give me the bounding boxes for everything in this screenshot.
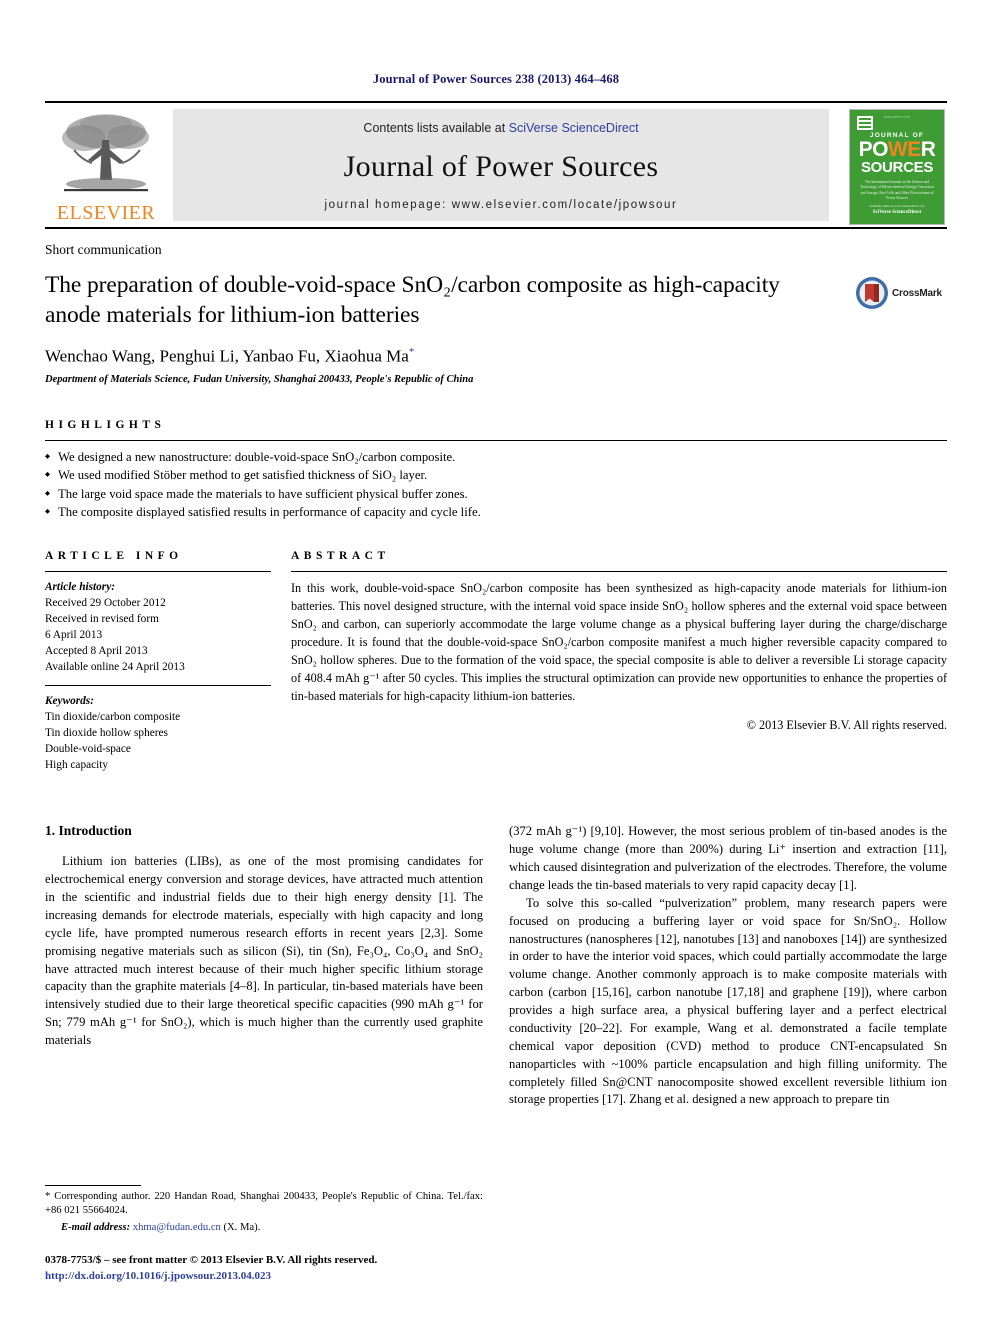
- body-column-right: (372 mAh g⁻¹) [9,10]. However, the most …: [509, 823, 947, 1109]
- body-columns: 1. Introduction Lithium ion batteries (L…: [45, 823, 947, 1109]
- email-suffix: (X. Ma).: [220, 1222, 261, 1234]
- history-line: Accepted 8 April 2013: [45, 645, 148, 658]
- keyword-item: Double-void-space: [45, 743, 131, 756]
- masthead-bottom-rule: [45, 227, 947, 229]
- crossmark-badge[interactable]: CrossMark: [855, 274, 947, 312]
- cover-sources-word: SOURCES: [860, 159, 934, 176]
- keyword-item: Tin dioxide/carbon composite: [45, 711, 181, 724]
- cover-issn: ISSN 0378-7753: [884, 115, 910, 119]
- abstract-rule: [291, 570, 947, 572]
- article-info-heading: ARTICLE INFO: [45, 549, 183, 562]
- article-info-rule: [45, 570, 271, 572]
- abstract-section: ABSTRACT In this work, double-void-space…: [291, 550, 947, 773]
- list-item: We designed a new nanostructure: double-…: [45, 448, 947, 467]
- cover-power-word: POWER: [858, 138, 936, 161]
- page-title: The preparation of double-void-space SnO…: [45, 272, 780, 329]
- contents-prefix: Contents lists available at: [363, 121, 509, 135]
- email-link[interactable]: xhma@fudan.edu.cn: [133, 1222, 221, 1233]
- elsevier-tree-icon: [62, 114, 149, 192]
- cover-art: ISSN 0378-7753 JOURNAL OF POWER SOURCES …: [849, 109, 945, 225]
- title-block: The preparation of double-void-space SnO…: [45, 270, 947, 385]
- paragraph: To solve this so-called “pulverization” …: [509, 895, 947, 1107]
- highlights-section: HIGHLIGHTS We designed a new nanostructu…: [45, 419, 947, 522]
- elsevier-logo: ELSEVIER: [45, 103, 167, 227]
- crossmark-label: CrossMark: [892, 287, 942, 299]
- corresponding-author-marker: *: [408, 346, 415, 359]
- cover-subtitle: The International Journal on the Science…: [860, 180, 934, 201]
- paragraph: Lithium ion batteries (LIBs), as one of …: [45, 854, 483, 1048]
- title-column: The preparation of double-void-space SnO…: [45, 270, 855, 385]
- history-line: Available online 24 April 2013: [45, 661, 185, 674]
- abstract-text: In this work, double-void-space SnO₂/car…: [291, 580, 947, 703]
- info-abstract-block: ARTICLE INFO Article history: Received 2…: [45, 550, 947, 773]
- email-label: E-mail address:: [61, 1222, 131, 1234]
- abstract-copyright: © 2013 Elsevier B.V. All rights reserved…: [746, 717, 947, 732]
- history-line: 6 April 2013: [45, 629, 103, 642]
- email-note: E-mail address: xhma@fudan.edu.cn (X. Ma…: [45, 1221, 483, 1236]
- paper-page: Journal of Power Sources 238 (2013) 464–…: [0, 0, 992, 1323]
- section-heading-introduction: 1. Introduction: [45, 823, 132, 839]
- keywords-block: Keywords: Tin dioxide/carbon composite T…: [45, 693, 271, 773]
- list-item: We used modified Stöber method to get sa…: [45, 466, 947, 485]
- contents-available-line: Contents lists available at SciVerse Sci…: [363, 121, 638, 135]
- history-line: Received 29 October 2012: [45, 596, 166, 609]
- masthead-center: Contents lists available at SciVerse Sci…: [173, 109, 829, 221]
- footnote-rule: [45, 1184, 141, 1186]
- elsevier-wordmark: ELSEVIER: [56, 202, 156, 224]
- history-line: Received in revised form: [45, 613, 159, 625]
- footnote-area: * Corresponding author. 220 Handan Road,…: [45, 1184, 483, 1285]
- keyword-item: High capacity: [45, 759, 109, 772]
- cover-brand: SciVerse ScienceDirect: [872, 210, 922, 215]
- abstract-heading: ABSTRACT: [291, 549, 390, 562]
- article-history-label: Article history:: [45, 580, 115, 593]
- highlights-heading: HIGHLIGHTS: [45, 418, 166, 431]
- author-list: Wenchao Wang, Penghui Li, Yanbao Fu, Xia…: [45, 346, 841, 367]
- affiliation: Department of Materials Science, Fudan U…: [45, 373, 474, 385]
- front-matter-line: 0378-7753/$ – see front matter © 2013 El…: [45, 1254, 378, 1267]
- cover-publisher-mark-icon: [857, 116, 873, 130]
- front-matter-block: 0378-7753/$ – see front matter © 2013 El…: [45, 1253, 483, 1285]
- article-type: Short communication: [45, 242, 162, 257]
- doi-link[interactable]: http://dx.doi.org/10.1016/j.jpowsour.201…: [45, 1269, 483, 1285]
- journal-homepage-link[interactable]: journal homepage: www.elsevier.com/locat…: [325, 199, 678, 211]
- article-history: Article history: Received 29 October 201…: [45, 579, 271, 675]
- journal-cover-thumbnail: ISSN 0378-7753 JOURNAL OF POWER SOURCES …: [841, 107, 947, 225]
- body-column-left: 1. Introduction Lithium ion batteries (L…: [45, 823, 483, 1109]
- corresponding-author-note: * Corresponding author. 220 Handan Road,…: [45, 1190, 483, 1217]
- author-names: Wenchao Wang, Penghui Li, Yanbao Fu, Xia…: [45, 346, 409, 366]
- list-item: The composite displayed satisfied result…: [45, 503, 947, 522]
- list-item: The large void space made the materials …: [45, 485, 947, 504]
- highlights-list: We designed a new nanostructure: double-…: [45, 448, 947, 522]
- keywords-rule: [45, 685, 271, 687]
- cover-availability: Available online at www.sciencedirect.co…: [869, 204, 925, 208]
- journal-masthead: ELSEVIER Contents lists available at Sci…: [45, 103, 947, 227]
- paragraph: (372 mAh g⁻¹) [9,10]. However, the most …: [509, 824, 947, 892]
- keyword-item: Tin dioxide hollow spheres: [45, 727, 168, 740]
- journal-title: Journal of Power Sources: [343, 150, 659, 183]
- article-info-section: ARTICLE INFO Article history: Received 2…: [45, 550, 291, 773]
- highlights-rule: [45, 439, 947, 441]
- keywords-label: Keywords:: [45, 695, 94, 708]
- sciencedirect-link[interactable]: SciVerse ScienceDirect: [509, 121, 639, 135]
- running-head: Journal of Power Sources 238 (2013) 464–…: [372, 72, 620, 86]
- crossmark-icon: [856, 277, 888, 309]
